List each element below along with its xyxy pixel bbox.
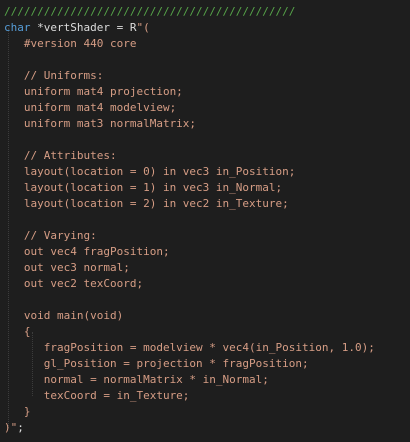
code-line[interactable]: void main(void)	[4, 308, 375, 324]
code-line[interactable]: ////////////////////////////////////////…	[4, 4, 375, 20]
code-line[interactable]	[4, 52, 375, 68]
code-token-string: gl_Position = projection * fragPosition;	[4, 357, 309, 370]
code-line[interactable]: gl_Position = projection * fragPosition;	[4, 356, 375, 372]
code-token-string: {	[4, 325, 31, 338]
code-line[interactable]	[4, 212, 375, 228]
code-token-string: "(	[136, 21, 150, 34]
code-line[interactable]: #version 440 core	[4, 36, 375, 52]
code-line[interactable]: }	[4, 404, 375, 420]
code-line[interactable]: layout(location = 2) in vec2 in_Texture;	[4, 196, 375, 212]
code-line[interactable]: uniform mat4 projection;	[4, 84, 375, 100]
code-line[interactable]: uniform mat3 normalMatrix;	[4, 116, 375, 132]
code-token-keyword: char	[4, 21, 31, 34]
code-token-plain: *vertShader = R	[30, 21, 137, 34]
code-line[interactable]: out vec2 texCoord;	[4, 276, 375, 292]
code-line[interactable]: layout(location = 1) in vec3 in_Normal;	[4, 180, 375, 196]
code-token-string: )"	[4, 421, 18, 434]
code-token-string: out vec2 texCoord;	[4, 277, 144, 290]
code-token-comment: ////////////////////////////////////////…	[4, 5, 296, 18]
code-token-string: // Varying:	[4, 229, 97, 242]
code-line[interactable]	[4, 132, 375, 148]
code-line[interactable]: uniform mat4 modelview;	[4, 100, 375, 116]
code-line[interactable]: // Varying:	[4, 228, 375, 244]
code-token-string: layout(location = 1) in vec3 in_Normal;	[4, 181, 283, 194]
code-editor[interactable]: ////////////////////////////////////////…	[0, 0, 410, 442]
code-line[interactable]: char *vertShader = R"(	[4, 20, 375, 36]
code-line[interactable]: out vec3 normal;	[4, 260, 375, 276]
code-line[interactable]	[4, 292, 375, 308]
code-line[interactable]: // Uniforms:	[4, 68, 375, 84]
code-line[interactable]: normal = normalMatrix * in_Normal;	[4, 372, 375, 388]
code-line[interactable]: out vec4 fragPosition;	[4, 244, 375, 260]
code-token-string: fragPosition = modelview * vec4(in_Posit…	[4, 341, 375, 354]
code-token-string: uniform mat4 projection;	[4, 85, 183, 98]
code-token-string: uniform mat4 modelview;	[4, 101, 177, 114]
code-lines: ////////////////////////////////////////…	[4, 4, 375, 436]
code-token-string: #version 440 core	[4, 37, 137, 50]
code-token-string: out vec4 fragPosition;	[4, 245, 170, 258]
code-line[interactable]: layout(location = 0) in vec3 in_Position…	[4, 164, 375, 180]
code-line[interactable]: fragPosition = modelview * vec4(in_Posit…	[4, 340, 375, 356]
code-token-string: texCoord = in_Texture;	[4, 389, 190, 402]
code-line[interactable]: texCoord = in_Texture;	[4, 388, 375, 404]
code-token-string: layout(location = 2) in vec2 in_Texture;	[4, 197, 289, 210]
code-line[interactable]: )";	[4, 420, 375, 436]
code-token-string: void main(void)	[4, 309, 124, 322]
code-token-string: // Uniforms:	[4, 69, 104, 82]
code-token-string: out vec3 normal;	[4, 261, 130, 274]
code-line[interactable]: // Attributes:	[4, 148, 375, 164]
code-token-string: // Attributes:	[4, 149, 117, 162]
code-token-plain: ;	[17, 421, 24, 434]
code-token-string: normal = normalMatrix * in_Normal;	[4, 373, 269, 386]
code-token-string: layout(location = 0) in vec3 in_Position…	[4, 165, 296, 178]
code-token-string: }	[4, 405, 31, 418]
code-line[interactable]: {	[4, 324, 375, 340]
code-token-string: uniform mat3 normalMatrix;	[4, 117, 197, 130]
